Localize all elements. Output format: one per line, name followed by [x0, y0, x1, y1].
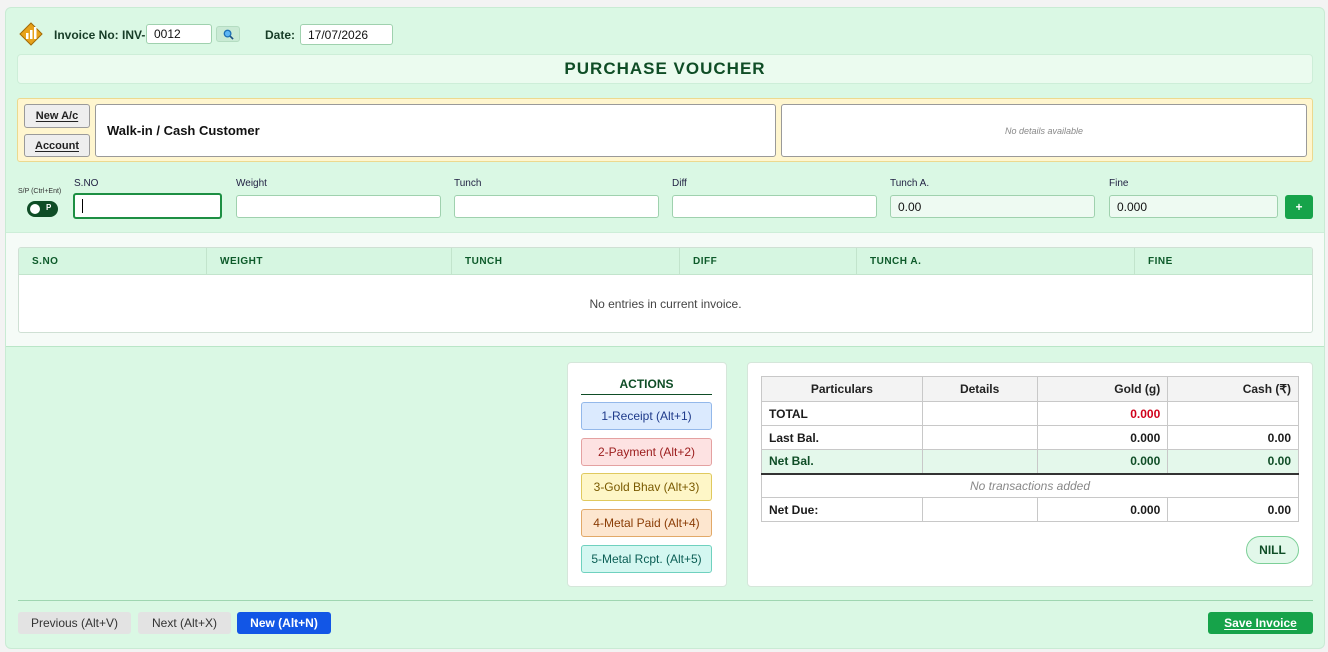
next-button[interactable]: Next (Alt+X) — [138, 612, 231, 634]
col-weight: WEIGHT — [207, 248, 452, 275]
summary-row-total: TOTAL 0.000 — [761, 401, 1299, 426]
col-tunch: TUNCH — [452, 248, 680, 275]
receipt-button[interactable]: 1-Receipt (Alt+1) — [581, 402, 712, 430]
invoice-number-input[interactable]: 0012 — [146, 24, 212, 44]
net-balance-gold: 0.000 — [1036, 449, 1169, 475]
gold-bhav-button[interactable]: 3-Gold Bhav (Alt+3) — [581, 473, 712, 501]
summary-panel: Particulars Details Gold (g) Cash (₹) TO… — [747, 362, 1313, 587]
summary-head-cash: Cash (₹) — [1167, 376, 1299, 402]
toggle-knob — [30, 204, 40, 214]
net-balance-cash: 0.00 — [1167, 449, 1299, 475]
toggle-value: P — [46, 203, 52, 212]
net-balance-label: Net Bal. — [761, 449, 923, 475]
payment-button[interactable]: 2-Payment (Alt+2) — [581, 438, 712, 466]
tunch-input[interactable] — [454, 195, 659, 218]
last-balance-cash: 0.00 — [1167, 425, 1299, 450]
add-entry-button[interactable]: + — [1285, 195, 1313, 219]
sp-toggle-label: S/P (Ctrl+Ent) — [18, 188, 62, 195]
fine-label: Fine — [1109, 178, 1129, 189]
items-table: S.NO WEIGHT TUNCH DIFF TUNCH A. FINE No … — [18, 247, 1313, 333]
search-icon — [223, 29, 234, 40]
summary-head-details: Details — [921, 376, 1038, 402]
summary-row-last-balance: Last Bal. 0.000 0.00 — [761, 425, 1299, 450]
date-input[interactable]: 17/07/2026 — [300, 24, 393, 45]
net-balance-details — [921, 449, 1038, 475]
fine-input[interactable]: 0.000 — [1109, 195, 1278, 218]
weight-input[interactable] — [236, 195, 441, 218]
nill-badge[interactable]: NILL — [1246, 536, 1299, 564]
page-title: PURCHASE VOUCHER — [17, 54, 1313, 84]
sp-toggle[interactable]: P — [27, 201, 58, 217]
weight-label: Weight — [236, 178, 267, 189]
net-due-cash: 0.00 — [1167, 497, 1299, 522]
summary-row-net-balance: Net Bal. 0.000 0.00 — [761, 449, 1299, 475]
app-logo-icon — [19, 22, 43, 46]
invoice-label: Invoice No: INV- — [54, 28, 146, 42]
invoice-search-button[interactable] — [216, 26, 240, 42]
total-gold: 0.000 — [1036, 401, 1169, 426]
metal-receipt-button[interactable]: 5-Metal Rcpt. (Alt+5) — [581, 545, 712, 573]
last-balance-gold: 0.000 — [1036, 425, 1169, 450]
col-sno: S.NO — [19, 248, 207, 275]
customer-name-field[interactable]: Walk-in / Cash Customer — [95, 104, 776, 157]
metal-paid-button[interactable]: 4-Metal Paid (Alt+4) — [581, 509, 712, 537]
actions-title: ACTIONS — [581, 377, 712, 395]
actions-panel: ACTIONS 1-Receipt (Alt+1) 2-Payment (Alt… — [567, 362, 727, 587]
diff-label: Diff — [672, 178, 687, 189]
date-label: Date: — [265, 28, 296, 42]
save-invoice-button[interactable]: Save Invoice — [1208, 612, 1313, 634]
empty-entries-text: No entries in current invoice. — [589, 296, 742, 311]
sno-input[interactable] — [73, 193, 222, 219]
account-details-box: No details available — [781, 104, 1307, 157]
footer-divider — [18, 600, 1313, 601]
summary-row-net-due: Net Due: 0.000 0.00 — [761, 497, 1299, 522]
tunch-a-input[interactable]: 0.00 — [890, 195, 1095, 218]
net-due-details — [921, 497, 1038, 522]
net-due-gold: 0.000 — [1036, 497, 1169, 522]
new-account-button[interactable]: New A/c — [24, 104, 90, 128]
col-fine: FINE — [1148, 256, 1173, 267]
net-due-label: Net Due: — [761, 497, 923, 522]
last-balance-label: Last Bal. — [761, 425, 923, 450]
items-table-header: S.NO WEIGHT TUNCH DIFF TUNCH A. FINE — [19, 248, 1312, 275]
total-cash — [1167, 401, 1299, 426]
tunch-label: Tunch — [454, 178, 482, 189]
no-transactions-text: No transactions added — [761, 473, 1299, 498]
account-button[interactable]: Account — [24, 134, 90, 157]
last-balance-details — [921, 425, 1038, 450]
text-cursor — [82, 199, 83, 213]
sno-label: S.NO — [74, 178, 99, 189]
summary-table: Particulars Details Gold (g) Cash (₹) TO… — [761, 376, 1299, 522]
new-invoice-button[interactable]: New (Alt+N) — [237, 612, 331, 634]
summary-head-gold: Gold (g) — [1036, 376, 1169, 402]
col-diff: DIFF — [680, 248, 857, 275]
summary-row-no-transactions: No transactions added — [761, 473, 1299, 498]
col-tunch-a: TUNCH A. — [857, 248, 1135, 275]
tunch-a-label: Tunch A. — [890, 178, 930, 189]
summary-head-particulars: Particulars — [761, 376, 923, 402]
total-details — [921, 401, 1038, 426]
total-label: TOTAL — [761, 401, 923, 426]
diff-input[interactable] — [672, 195, 877, 218]
previous-button[interactable]: Previous (Alt+V) — [18, 612, 131, 634]
